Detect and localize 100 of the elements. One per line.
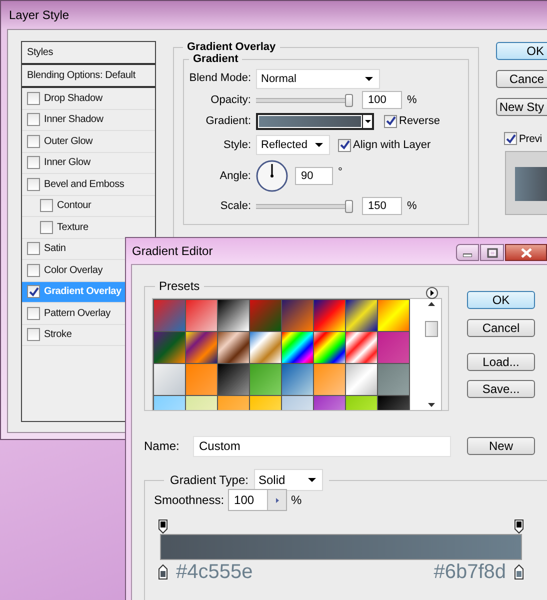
preview-swatch — [505, 151, 547, 215]
slider-thumb[interactable] — [345, 200, 353, 212]
dialog-button[interactable]: OK — [467, 291, 535, 309]
style-item[interactable]: Drop Shadow — [22, 88, 155, 110]
opacity-stop-icon[interactable] — [158, 519, 168, 534]
number-field[interactable]: 90 — [295, 167, 333, 185]
dialog-button[interactable]: Cancel — [467, 319, 535, 337]
checkbox[interactable] — [40, 220, 53, 234]
checkbox[interactable] — [27, 306, 40, 320]
checkbox[interactable] — [384, 114, 397, 128]
gradient-swatch[interactable] — [346, 332, 377, 363]
field-label: Name: — [144, 439, 180, 453]
checkbox[interactable] — [27, 264, 40, 277]
gradient-swatch[interactable] — [186, 364, 217, 395]
dialog-button[interactable]: Load... — [467, 353, 535, 371]
group-title: Gradient — [192, 53, 240, 65]
style-item[interactable]: Blending Options: Default — [22, 65, 155, 88]
field-label: Opacity: — [210, 93, 251, 108]
checkbox[interactable] — [40, 199, 53, 212]
unit-label: ° — [338, 166, 342, 178]
style-item[interactable]: Outer Glow — [22, 131, 155, 152]
caret-icon — [365, 76, 373, 80]
checkbox[interactable] — [504, 132, 517, 145]
scroll-down-icon[interactable] — [428, 403, 435, 407]
scroll-up-icon[interactable] — [428, 302, 435, 306]
arrow-icon — [276, 498, 279, 502]
field-label: Gradient Type: — [170, 473, 248, 487]
dialog-button[interactable]: Cance — [496, 70, 547, 88]
maximize-button[interactable] — [480, 244, 504, 261]
number-field[interactable]: 100 — [228, 489, 288, 511]
slider-thumb[interactable] — [345, 94, 353, 106]
color-stop-icon[interactable] — [514, 564, 524, 580]
gradient-swatch[interactable] — [186, 300, 217, 331]
dialog-button[interactable]: New Sty — [496, 98, 547, 116]
panel-title: Gradient Overlay — [186, 41, 277, 53]
field-label: Smoothness: — [154, 493, 224, 507]
checkbox[interactable] — [27, 285, 40, 298]
gradient-swatch[interactable] — [282, 300, 313, 331]
gradient-swatch[interactable] — [218, 300, 249, 331]
gradient-swatch[interactable] — [250, 364, 281, 395]
gradient-swatch[interactable] — [154, 300, 185, 331]
color-value: #6b7f8d — [434, 560, 506, 584]
dropdown[interactable]: Reflected — [256, 135, 330, 155]
style-item[interactable]: Inner Glow — [22, 152, 155, 174]
checkbox[interactable] — [27, 113, 40, 126]
opacity-stop-icon[interactable] — [514, 519, 524, 534]
style-item[interactable]: Styles — [22, 42, 155, 65]
checkbox[interactable] — [27, 178, 40, 191]
checkbox-label: Reverse — [399, 115, 440, 127]
checkbox[interactable] — [27, 328, 40, 342]
scrollbar-thumb[interactable] — [425, 320, 438, 336]
unit-label: % — [407, 200, 417, 212]
gradient-swatch[interactable] — [218, 332, 249, 363]
close-icon — [520, 248, 532, 258]
gradient-swatch[interactable] — [282, 332, 313, 363]
gradient-swatch[interactable] — [378, 300, 409, 331]
gradient-swatch[interactable] — [250, 300, 281, 331]
number-field[interactable]: 100 — [362, 91, 402, 109]
field-label: Blend Mode: — [189, 71, 251, 86]
minimize-button[interactable] — [456, 244, 479, 261]
dropdown[interactable]: Solid — [254, 469, 322, 491]
new-button[interactable]: New — [467, 437, 535, 455]
checkbox[interactable] — [27, 92, 40, 105]
field-label: Style: — [222, 138, 251, 153]
name-field[interactable]: Custom — [193, 436, 451, 456]
color-stop-icon[interactable] — [158, 564, 168, 580]
gradient-swatch[interactable] — [154, 364, 185, 395]
gradient-swatch[interactable] — [186, 332, 217, 363]
gradient-swatch[interactable] — [282, 364, 313, 395]
field-label: Angle: — [218, 169, 251, 184]
maximize-icon — [486, 248, 498, 258]
checkbox[interactable] — [27, 242, 40, 256]
gradient-swatch[interactable] — [346, 364, 377, 395]
checkbox[interactable] — [27, 156, 40, 170]
field-label: Scale: — [219, 199, 251, 214]
gradient-swatch[interactable] — [314, 300, 345, 331]
gradient-swatch[interactable] — [346, 300, 377, 331]
gradient-swatch[interactable] — [314, 332, 345, 363]
gradient-swatch[interactable] — [154, 332, 185, 363]
gradient-swatch[interactable] — [378, 364, 409, 395]
style-item[interactable]: Contour — [22, 196, 155, 217]
gradient-swatch[interactable] — [250, 332, 281, 363]
checkbox[interactable] — [338, 138, 351, 152]
caret-icon — [315, 143, 323, 147]
checkbox-label: Align with Layer — [353, 139, 431, 151]
gradient-swatch[interactable] — [314, 364, 345, 395]
number-field[interactable]: 150 — [362, 197, 402, 215]
close-button[interactable] — [505, 244, 547, 261]
style-item[interactable]: Inner Shadow — [22, 110, 155, 131]
dialog-button[interactable]: OK — [496, 42, 547, 60]
checkbox[interactable] — [27, 134, 40, 148]
gradient-picker[interactable] — [256, 112, 374, 130]
dropdown[interactable]: Normal — [256, 68, 380, 88]
gradient-swatch[interactable] — [378, 332, 409, 363]
unit-label: % — [291, 493, 302, 507]
dialog-button[interactable]: Save... — [467, 380, 535, 398]
angle-dial[interactable] — [256, 160, 288, 192]
gradient-swatch[interactable] — [218, 364, 249, 395]
style-item[interactable]: Bevel and Emboss — [22, 174, 155, 196]
color-value: #4c555e — [176, 560, 253, 584]
